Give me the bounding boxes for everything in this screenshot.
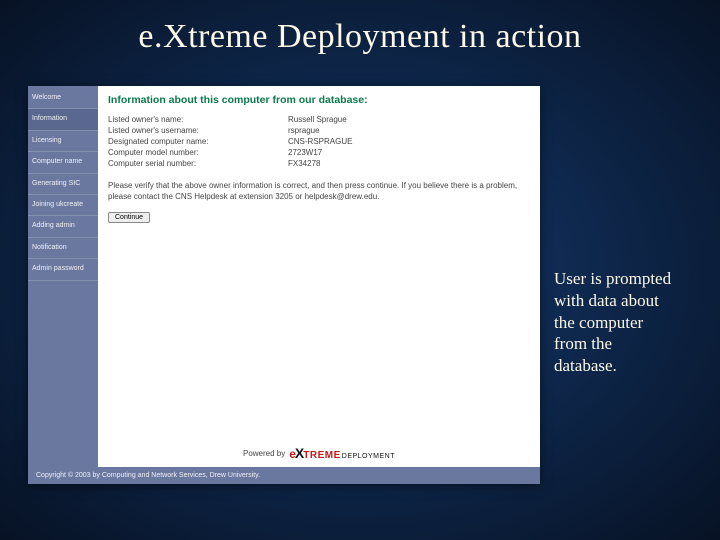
row-label: Designated computer name: <box>108 136 288 147</box>
footer: Copyright © 2003 by Computing and Networ… <box>28 467 540 484</box>
row-value: Russell Sprague <box>288 114 530 125</box>
row-label: Listed owner's username: <box>108 125 288 136</box>
row-label: Computer serial number: <box>108 158 288 169</box>
row-value: CNS-RSPRAGUE <box>288 136 530 147</box>
sidebar-item-licensing[interactable]: Licensing <box>28 131 98 152</box>
sidebar-item-welcome[interactable]: Welcome <box>28 88 98 109</box>
table-row: Listed owner's username: rsprague <box>108 125 530 136</box>
spacer <box>108 223 530 441</box>
logo-sub: DEPLOYMENT <box>342 453 395 460</box>
sidebar-item-label: Welcome <box>32 94 61 101</box>
sidebar-item-label: Adding admin <box>32 222 75 229</box>
copyright-text: Copyright © 2003 by Computing and Networ… <box>36 472 260 479</box>
row-value: rsprague <box>288 125 530 136</box>
slide-title: e.Xtreme Deployment in action <box>0 0 720 70</box>
sidebar-item-label: Information <box>32 115 67 122</box>
table-row: Designated computer name: CNS-RSPRAGUE <box>108 136 530 147</box>
app-screenshot: Welcome Information Licensing Computer n… <box>28 86 540 484</box>
row-label: Computer model number: <box>108 147 288 158</box>
table-row: Computer model number: 2723W17 <box>108 147 530 158</box>
sidebar-item-joining[interactable]: Joining ukcreate <box>28 195 98 216</box>
sidebar-item-generating-sic[interactable]: Generating SIC <box>28 174 98 195</box>
info-table: Listed owner's name: Russell Sprague Lis… <box>108 114 530 169</box>
logo-rest: TREME <box>303 450 341 461</box>
continue-button[interactable]: Continue <box>108 212 150 223</box>
table-row: Computer serial number: FX34278 <box>108 158 530 169</box>
main-heading: Information about this computer from our… <box>108 94 530 106</box>
sidebar-item-computer-name[interactable]: Computer name <box>28 152 98 173</box>
sidebar-item-adding-admin[interactable]: Adding admin <box>28 216 98 237</box>
extreme-deployment-logo: eXTREME DEPLOYMENT <box>289 445 395 461</box>
app-body: Welcome Information Licensing Computer n… <box>28 86 540 467</box>
sidebar-item-label: Admin password <box>32 265 84 272</box>
sidebar-item-label: Joining ukcreate <box>32 201 83 208</box>
sidebar-item-label: Generating SIC <box>32 180 80 187</box>
row-value: FX34278 <box>288 158 530 169</box>
row-value: 2723W17 <box>288 147 530 158</box>
button-row: Continue <box>108 211 530 223</box>
sidebar-item-label: Licensing <box>32 137 62 144</box>
sidebar: Welcome Information Licensing Computer n… <box>28 86 98 467</box>
sidebar-item-notification[interactable]: Notification <box>28 238 98 259</box>
sidebar-item-information[interactable]: Information <box>28 109 98 130</box>
sidebar-item-label: Computer name <box>32 158 82 165</box>
slide-caption: User is prompted with data about the com… <box>554 268 674 377</box>
sidebar-item-label: Notification <box>32 244 67 251</box>
powered-by-label: Powered by <box>243 449 285 458</box>
powered-by-row: Powered by eXTREME DEPLOYMENT <box>108 441 530 463</box>
sidebar-item-admin-password[interactable]: Admin password <box>28 259 98 280</box>
main-panel: Information about this computer from our… <box>98 86 540 467</box>
row-label: Listed owner's name: <box>108 114 288 125</box>
table-row: Listed owner's name: Russell Sprague <box>108 114 530 125</box>
verify-text: Please verify that the above owner infor… <box>108 181 518 203</box>
